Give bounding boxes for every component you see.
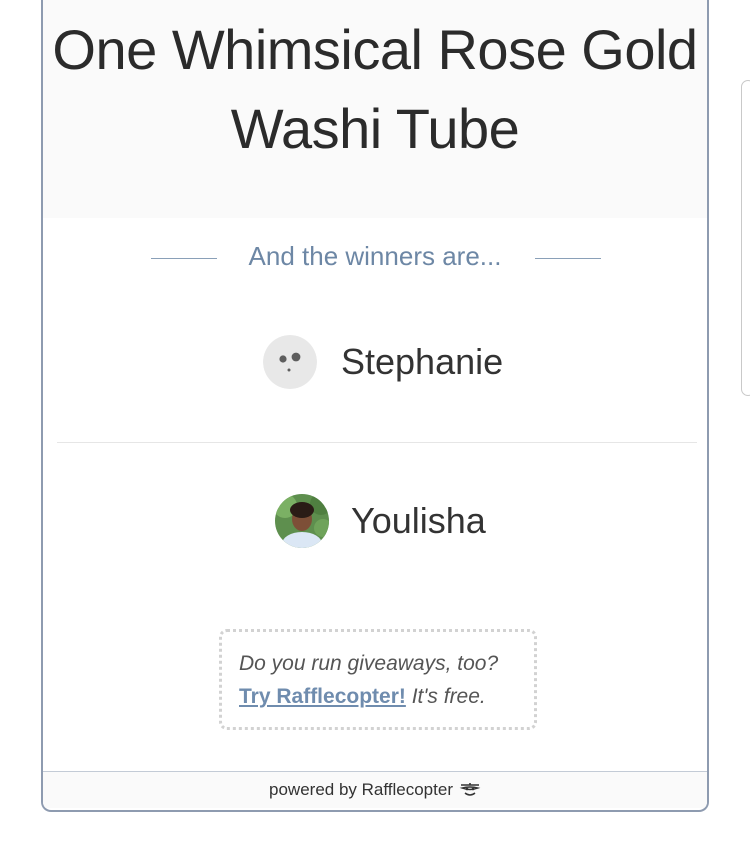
winner-separator [57,442,697,443]
prize-title-area: One Whimsical Rose Gold Washi Tube [43,0,707,218]
promo-question: Do you run giveaways, too? [239,652,499,675]
powered-by-text: powered by Rafflecopter [269,780,453,799]
winner-name: Stephanie [341,341,504,382]
heading-rule-right [535,258,601,259]
promo-free-text: It's free. [411,685,486,708]
winners-heading-text: And the winners are... [248,241,502,271]
winner-row: Stephanie [43,334,707,394]
try-rafflecopter-link[interactable]: Try Rafflecopter! [239,685,406,708]
prize-title: One Whimsical Rose Gold Washi Tube [52,18,698,160]
rafflecopter-face-icon [459,781,481,805]
footer-line[interactable]: powered by Rafflecopter [43,778,707,805]
winner-name: Youlisha [351,500,486,541]
promo-box: Do you run giveaways, too? Try Rafflecop… [219,629,537,730]
promo-line: Try Rafflecopter! It's free. [239,682,486,712]
winner-row: Youlisha [43,494,707,554]
default-face-avatar-icon [263,335,317,389]
rafflecopter-widget: One Whimsical Rose Gold Washi Tube And t… [41,0,709,812]
winners-heading: And the winners are... [43,236,707,276]
footer: powered by Rafflecopter [43,771,707,808]
profile-photo-avatar [275,494,329,548]
scrollbar[interactable] [741,80,750,396]
